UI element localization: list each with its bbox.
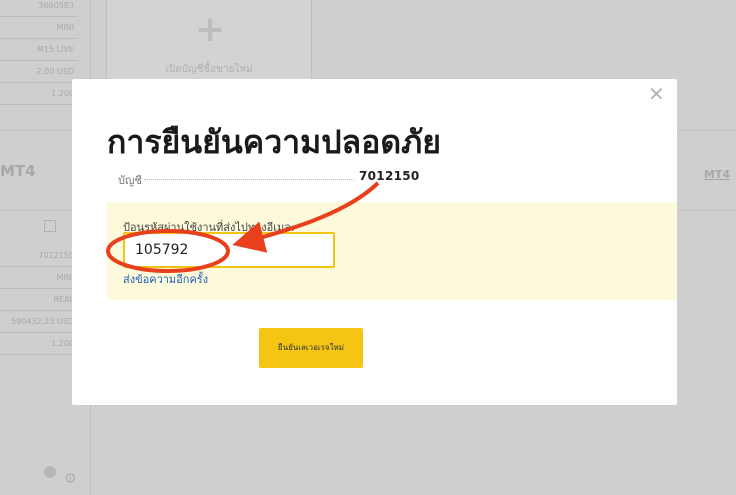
account-leverage: 1.200 xyxy=(0,84,78,105)
account-type: MINI xyxy=(0,18,78,39)
account-label: บัญชี xyxy=(118,174,142,187)
account-number: 7012150 xyxy=(359,169,420,183)
account-balance-2: 590432.23 USD xyxy=(0,312,78,333)
verification-code-input[interactable] xyxy=(123,232,335,268)
dotted-leader xyxy=(144,179,354,180)
gear-icon: ⚙ xyxy=(64,471,77,487)
user-icon xyxy=(44,466,56,478)
confirm-leverage-button[interactable]: ยืนยันเลเวอเรจใหม่ xyxy=(259,328,363,368)
account-leverage-2: 1.200 xyxy=(0,334,78,355)
security-verification-modal: ✕ การยืนยันความปลอดภัย บัญชี 7012150 ป้อ… xyxy=(72,79,677,405)
platform-label: MT4 xyxy=(0,162,36,180)
account-server: M15 LIVE xyxy=(0,40,78,61)
modal-title: การยืนยันความปลอดภัย xyxy=(107,123,441,161)
resend-link[interactable]: ส่งข้อความอีกครั้ง xyxy=(123,270,208,288)
platform-link: MT4 xyxy=(703,168,730,181)
account-balance: 2.00 USD xyxy=(0,62,78,83)
plus-icon: + xyxy=(195,9,226,50)
account-number-2: 7012150 xyxy=(0,246,78,267)
account-server-2: REAL xyxy=(0,290,78,311)
account-number: 3660583 xyxy=(0,0,78,17)
close-icon[interactable]: ✕ xyxy=(648,84,665,104)
verification-code-panel: ป้อนรหัสผ่านใช้งานที่ส่งไปทางอีเมล: ส่งข… xyxy=(107,202,677,300)
lock-icon xyxy=(44,220,56,232)
account-type-2: MINI xyxy=(0,268,78,289)
new-account-label: เปิดบัญชีซื้อขายใหม่ xyxy=(165,64,253,75)
